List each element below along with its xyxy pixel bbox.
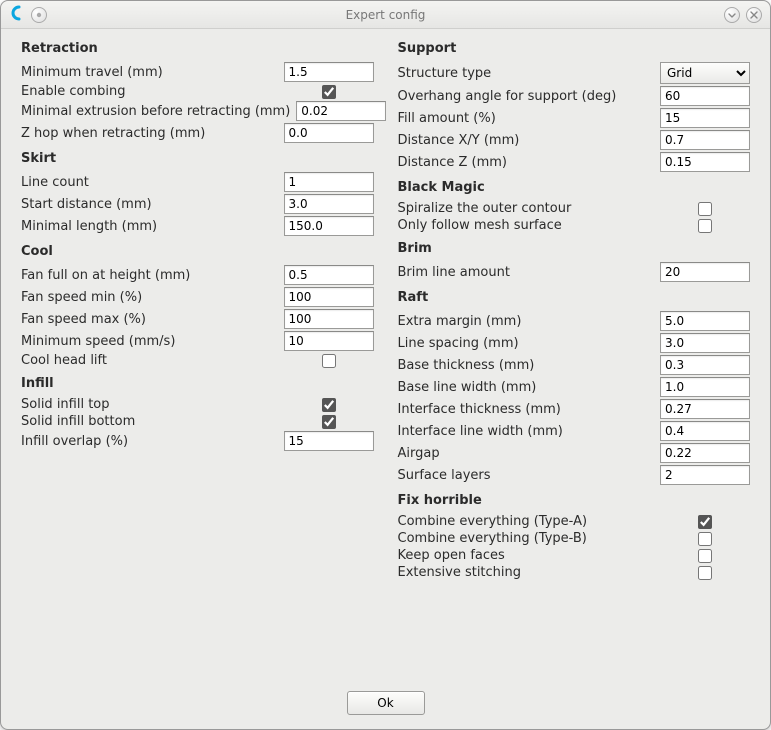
fan-full-on-input[interactable] bbox=[284, 265, 374, 285]
structure-type-label: Structure type bbox=[398, 66, 655, 81]
black-magic-title: Black Magic bbox=[398, 180, 751, 195]
expert-config-window: Expert config Retraction Minimum travel … bbox=[0, 0, 771, 730]
base-thickness-input[interactable] bbox=[660, 355, 750, 375]
airgap-input[interactable] bbox=[660, 443, 750, 463]
solid-bottom-label: Solid infill bottom bbox=[21, 414, 278, 429]
minimal-length-label: Minimal length (mm) bbox=[21, 219, 278, 234]
overhang-angle-label: Overhang angle for support (deg) bbox=[398, 89, 655, 104]
keep-open-faces-checkbox[interactable] bbox=[698, 549, 712, 563]
close-button[interactable] bbox=[746, 7, 762, 23]
combine-b-checkbox[interactable] bbox=[698, 532, 712, 546]
z-hop-label: Z hop when retracting (mm) bbox=[21, 126, 278, 141]
distance-xy-input[interactable] bbox=[660, 130, 750, 150]
spiralize-checkbox[interactable] bbox=[698, 202, 712, 216]
airgap-label: Airgap bbox=[398, 446, 655, 461]
enable-combing-label: Enable combing bbox=[21, 84, 278, 99]
cool-head-lift-checkbox[interactable] bbox=[322, 354, 336, 368]
infill-overlap-label: Infill overlap (%) bbox=[21, 434, 278, 449]
line-spacing-label: Line spacing (mm) bbox=[398, 336, 655, 351]
brim-line-amount-input[interactable] bbox=[660, 262, 750, 282]
solid-bottom-checkbox[interactable] bbox=[322, 415, 336, 429]
solid-top-checkbox[interactable] bbox=[322, 398, 336, 412]
right-column: Support Structure type GridLines Overhan… bbox=[398, 39, 751, 679]
interface-line-width-label: Interface line width (mm) bbox=[398, 424, 655, 439]
content-area: Retraction Minimum travel (mm) Enable co… bbox=[1, 29, 770, 683]
fix-horrible-title: Fix horrible bbox=[398, 493, 751, 508]
combine-b-label: Combine everything (Type-B) bbox=[398, 531, 655, 546]
support-title: Support bbox=[398, 41, 751, 56]
titlebar: Expert config bbox=[1, 1, 770, 29]
fill-amount-input[interactable] bbox=[660, 108, 750, 128]
fan-speed-min-input[interactable] bbox=[284, 287, 374, 307]
extra-margin-input[interactable] bbox=[660, 311, 750, 331]
shade-button[interactable] bbox=[31, 7, 47, 23]
line-spacing-input[interactable] bbox=[660, 333, 750, 353]
distance-xy-label: Distance X/Y (mm) bbox=[398, 133, 655, 148]
retraction-title: Retraction bbox=[21, 41, 374, 56]
distance-z-input[interactable] bbox=[660, 152, 750, 172]
brim-title: Brim bbox=[398, 241, 751, 256]
minimize-button[interactable] bbox=[724, 7, 740, 23]
surface-layers-label: Surface layers bbox=[398, 468, 655, 483]
infill-title: Infill bbox=[21, 376, 374, 391]
only-follow-mesh-label: Only follow mesh surface bbox=[398, 218, 655, 233]
surface-layers-input[interactable] bbox=[660, 465, 750, 485]
start-distance-input[interactable] bbox=[284, 194, 374, 214]
fill-amount-label: Fill amount (%) bbox=[398, 111, 655, 126]
fan-speed-max-label: Fan speed max (%) bbox=[21, 312, 278, 327]
distance-z-label: Distance Z (mm) bbox=[398, 155, 655, 170]
enable-combing-checkbox[interactable] bbox=[322, 85, 336, 99]
overhang-angle-input[interactable] bbox=[660, 86, 750, 106]
interface-thickness-input[interactable] bbox=[660, 399, 750, 419]
base-thickness-label: Base thickness (mm) bbox=[398, 358, 655, 373]
z-hop-input[interactable] bbox=[284, 123, 374, 143]
keep-open-faces-label: Keep open faces bbox=[398, 548, 655, 563]
brim-line-amount-label: Brim line amount bbox=[398, 265, 655, 280]
structure-type-select[interactable]: GridLines bbox=[660, 62, 750, 84]
minimal-extrusion-label: Minimal extrusion before retracting (mm) bbox=[21, 104, 290, 119]
raft-title: Raft bbox=[398, 290, 751, 305]
ok-button[interactable]: Ok bbox=[347, 691, 425, 715]
minimum-speed-input[interactable] bbox=[284, 331, 374, 351]
fan-speed-min-label: Fan speed min (%) bbox=[21, 290, 278, 305]
base-line-width-input[interactable] bbox=[660, 377, 750, 397]
footer: Ok bbox=[1, 683, 770, 729]
cool-head-lift-label: Cool head lift bbox=[21, 353, 278, 368]
extensive-stitching-label: Extensive stitching bbox=[398, 565, 655, 580]
extra-margin-label: Extra margin (mm) bbox=[398, 314, 655, 329]
minimum-speed-label: Minimum speed (mm/s) bbox=[21, 334, 278, 349]
infill-overlap-input[interactable] bbox=[284, 431, 374, 451]
left-column: Retraction Minimum travel (mm) Enable co… bbox=[21, 39, 374, 679]
minimum-travel-input[interactable] bbox=[284, 62, 374, 82]
base-line-width-label: Base line width (mm) bbox=[398, 380, 655, 395]
cool-title: Cool bbox=[21, 244, 374, 259]
skirt-title: Skirt bbox=[21, 151, 374, 166]
fan-speed-max-input[interactable] bbox=[284, 309, 374, 329]
line-count-input[interactable] bbox=[284, 172, 374, 192]
solid-top-label: Solid infill top bbox=[21, 397, 278, 412]
fan-full-on-label: Fan full on at height (mm) bbox=[21, 268, 278, 283]
spiralize-label: Spiralize the outer contour bbox=[398, 201, 655, 216]
only-follow-mesh-checkbox[interactable] bbox=[698, 219, 712, 233]
minimal-length-input[interactable] bbox=[284, 216, 374, 236]
window-title: Expert config bbox=[1, 8, 770, 22]
minimal-extrusion-input[interactable] bbox=[296, 101, 386, 121]
line-count-label: Line count bbox=[21, 175, 278, 190]
extensive-stitching-checkbox[interactable] bbox=[698, 566, 712, 580]
app-icon bbox=[9, 5, 25, 25]
interface-thickness-label: Interface thickness (mm) bbox=[398, 402, 655, 417]
start-distance-label: Start distance (mm) bbox=[21, 197, 278, 212]
combine-a-label: Combine everything (Type-A) bbox=[398, 514, 655, 529]
interface-line-width-input[interactable] bbox=[660, 421, 750, 441]
combine-a-checkbox[interactable] bbox=[698, 515, 712, 529]
minimum-travel-label: Minimum travel (mm) bbox=[21, 65, 278, 80]
